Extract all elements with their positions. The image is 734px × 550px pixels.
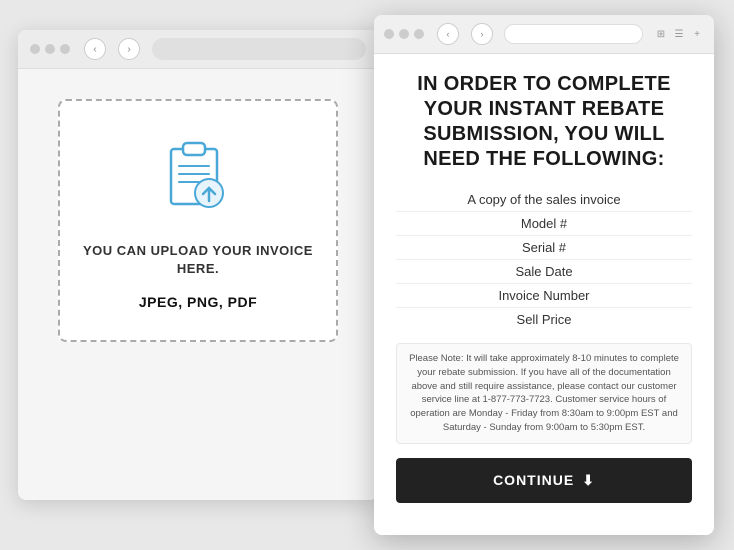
list-item: Sale Date (396, 260, 692, 284)
right-browser-toolbar: ‹ › ⊞ ☰ + (374, 15, 714, 54)
nav-arrows: ‹ › (76, 38, 140, 60)
address-bar-right[interactable] (504, 24, 643, 44)
continue-label: CONTINUE (493, 472, 574, 488)
menu-icon: ☰ (672, 27, 686, 41)
right-browser-content: IN ORDER TO COMPLETE YOUR INSTANT REBATE… (374, 54, 714, 535)
toolbar-icons: ⊞ ☰ + (654, 27, 704, 41)
dot-green (60, 44, 70, 54)
right-back-button[interactable]: ‹ (437, 23, 459, 45)
address-bar-left (152, 38, 366, 60)
right-traffic-lights (384, 29, 424, 39)
note-box: Please Note: It will take approximately … (396, 343, 692, 444)
upload-card: YOU CAN UPLOAD YOUR INVOICE HERE. JPEG, … (58, 99, 338, 342)
right-browser: ‹ › ⊞ ☰ + IN ORDER TO COMPLETE YOUR INST… (374, 15, 714, 535)
upload-icon (153, 131, 243, 226)
arrow-down-icon: ⬇ (582, 472, 595, 489)
dot-yellow (45, 44, 55, 54)
list-item: Sell Price (396, 308, 692, 331)
right-forward-button[interactable]: › (471, 23, 493, 45)
left-browser-toolbar: ‹ › (18, 30, 378, 69)
back-button[interactable]: ‹ (84, 38, 106, 60)
upload-formats: JPEG, PNG, PDF (139, 294, 257, 310)
left-browser: ‹ › (18, 30, 378, 500)
dot-yellow-r (399, 29, 409, 39)
upload-text: YOU CAN UPLOAD YOUR INVOICE HERE. (80, 242, 316, 278)
grid-icon: ⊞ (654, 27, 668, 41)
left-browser-content: YOU CAN UPLOAD YOUR INVOICE HERE. JPEG, … (18, 69, 378, 362)
list-item: Serial # (396, 236, 692, 260)
traffic-lights (30, 44, 70, 54)
list-item: A copy of the sales invoice (396, 188, 692, 212)
dot-green-r (414, 29, 424, 39)
list-item: Model # (396, 212, 692, 236)
right-nav-arrows: ‹ › (429, 23, 493, 45)
items-list: A copy of the sales invoiceModel #Serial… (396, 188, 692, 331)
continue-button[interactable]: CONTINUE ⬇ (396, 458, 692, 503)
main-title: IN ORDER TO COMPLETE YOUR INSTANT REBATE… (396, 72, 692, 172)
dot-red (30, 44, 40, 54)
list-item: Invoice Number (396, 284, 692, 308)
dot-red-r (384, 29, 394, 39)
forward-button[interactable]: › (118, 38, 140, 60)
plus-icon: + (690, 27, 704, 41)
